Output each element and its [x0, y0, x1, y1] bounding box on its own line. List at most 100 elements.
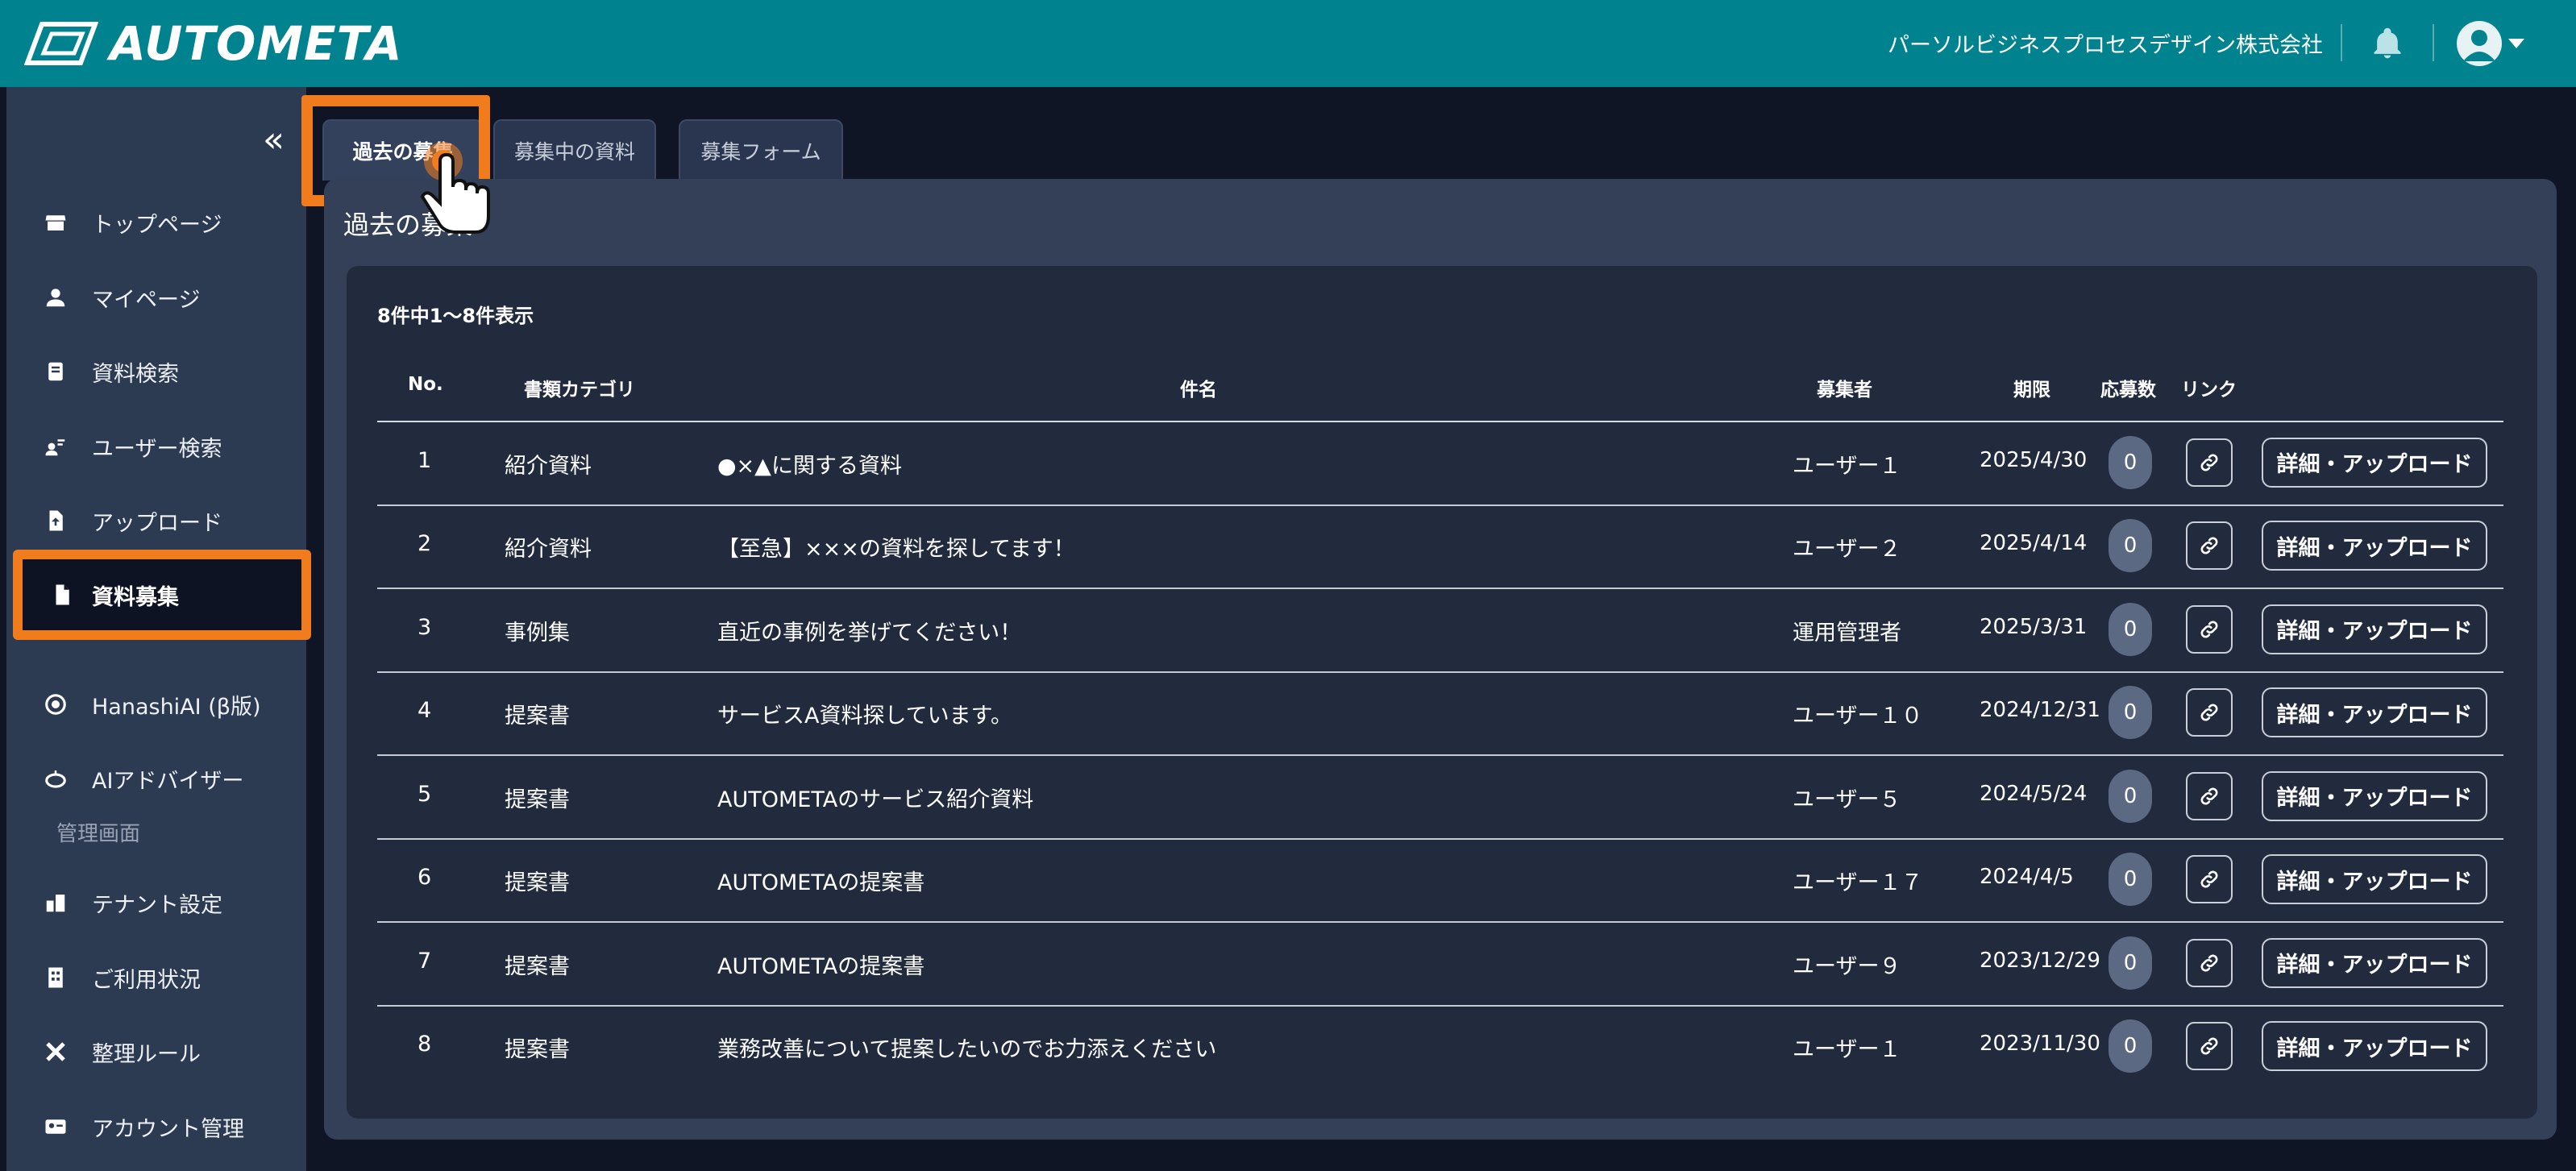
column-header-responses: 応募数	[2100, 380, 2156, 401]
cell-requester: ユーザー５	[1793, 787, 1901, 812]
cell-requester: ユーザー１	[1793, 1037, 1901, 1063]
cell-category: 提案書	[505, 704, 570, 729]
link-icon[interactable]	[2186, 938, 2233, 987]
cell-subject: ●×▲に関する資料	[717, 453, 902, 479]
column-header-link: リンク	[2181, 380, 2237, 401]
header-divider	[2341, 24, 2342, 61]
cell-category: 提案書	[505, 787, 570, 812]
person-icon	[46, 289, 65, 307]
sidebar-item-label: 資料募集	[92, 584, 179, 610]
column-header-requester: 募集者	[1817, 380, 1872, 401]
sidebar-item-label: ユーザー検索	[92, 436, 222, 462]
cell-deadline: 2024/12/31	[1980, 698, 2100, 723]
file-icon	[56, 584, 69, 605]
sidebar-item-hanashiai[interactable]: HanashiAI (β版)	[6, 672, 306, 737]
sidebar-item-label: 資料検索	[92, 361, 179, 387]
cell-subject: 【至急】×××の資料を探してます！	[717, 537, 1075, 563]
click-cursor-icon	[420, 142, 490, 234]
store-icon	[45, 215, 66, 230]
details-upload-button[interactable]: 詳細・アップロード	[2262, 521, 2487, 571]
header-divider	[2433, 24, 2434, 61]
response-count-badge: 0	[2109, 936, 2152, 990]
cell-category: 紹介資料	[505, 453, 592, 479]
robot-icon	[45, 770, 66, 788]
details-upload-button[interactable]: 詳細・アップロード	[2262, 854, 2487, 905]
link-icon[interactable]	[2186, 855, 2233, 904]
sidebar-item-upload[interactable]: アップロード	[6, 488, 306, 553]
cell-requester: ユーザー２	[1793, 537, 1901, 563]
response-count-badge: 0	[2109, 1019, 2152, 1073]
sidebar-item-top-page[interactable]: トップページ	[6, 190, 306, 255]
sidebar-item-label: マイページ	[92, 287, 201, 313]
sidebar-item-document-search[interactable]: 資料検索	[6, 339, 306, 404]
cell-subject: AUTOMETAのサービス紹介資料	[717, 787, 1034, 812]
response-count-badge: 0	[2109, 435, 2152, 489]
company-name: パーソルビジネスプロセスデザイン株式会社	[1888, 33, 2323, 58]
link-icon[interactable]	[2186, 521, 2233, 571]
details-upload-button[interactable]: 詳細・アップロード	[2262, 437, 2487, 488]
sidebar-item-label: トップページ	[92, 212, 222, 238]
cell-requester: ユーザー１７	[1793, 870, 1923, 896]
response-count-badge: 0	[2109, 686, 2152, 740]
response-count-badge: 0	[2109, 853, 2152, 907]
sidebar-item-my-page[interactable]: マイページ	[6, 265, 306, 330]
response-count-badge: 0	[2109, 519, 2152, 573]
cell-no: 7	[418, 948, 432, 974]
sidebar-item-account[interactable]: アカウント管理	[6, 1094, 306, 1159]
details-upload-button[interactable]: 詳細・アップロード	[2262, 937, 2487, 988]
link-icon[interactable]	[2186, 438, 2233, 487]
logo-icon	[24, 22, 98, 65]
cell-no: 1	[418, 447, 432, 473]
column-header-category: 書類カテゴリ	[524, 380, 635, 401]
link-icon[interactable]	[2186, 771, 2233, 820]
cell-deadline: 2025/4/14	[1980, 531, 2088, 556]
sidebar-item-document-request[interactable]: 資料募集	[13, 550, 311, 640]
cell-deadline: 2024/5/24	[1980, 781, 2088, 806]
table-divider	[377, 421, 2503, 422]
cell-no: 4	[418, 698, 432, 724]
id-card-icon	[45, 1119, 66, 1134]
cell-no: 3	[418, 614, 432, 640]
cell-deadline: 2025/3/31	[1980, 614, 2088, 639]
cell-deadline: 2024/4/5	[1980, 865, 2074, 890]
details-upload-button[interactable]: 詳細・アップロード	[2262, 604, 2487, 654]
caret-down-icon[interactable]	[2508, 39, 2524, 48]
sidebar-item-label: ご利用状況	[92, 967, 201, 993]
collapse-sidebar-icon[interactable]: «	[263, 122, 285, 158]
table-divider	[377, 671, 2503, 673]
details-upload-button[interactable]: 詳細・アップロード	[2262, 770, 2487, 821]
table-divider	[377, 754, 2503, 756]
response-count-badge: 0	[2109, 769, 2152, 823]
cell-no: 8	[418, 1032, 432, 1057]
sidebar-item-rules[interactable]: 整理ルール	[6, 1019, 306, 1084]
sidebar-item-usage[interactable]: ご利用状況	[6, 945, 306, 1010]
link-icon[interactable]	[2186, 688, 2233, 737]
sidebar-item-ai-advisor[interactable]: AIアドバイザー	[6, 746, 306, 811]
cell-no: 6	[418, 865, 432, 891]
sidebar-item-label: アカウント管理	[92, 1116, 244, 1142]
cell-subject: AUTOMETAの提案書	[717, 953, 925, 979]
cell-category: 提案書	[505, 1037, 570, 1063]
tools-icon	[46, 1042, 65, 1061]
sidebar: « トップページ マイページ 資料検索 ユーザー検索 アップロード 資料募集 H…	[6, 87, 311, 1171]
cell-category: 提案書	[505, 870, 570, 896]
details-upload-button[interactable]: 詳細・アップロード	[2262, 687, 2487, 738]
link-icon[interactable]	[2186, 604, 2233, 654]
user-avatar-icon[interactable]	[2457, 21, 2502, 66]
logo[interactable]: AUTOMETA	[24, 16, 403, 71]
link-icon[interactable]	[2186, 1022, 2233, 1071]
details-upload-button[interactable]: 詳細・アップロード	[2262, 1021, 2487, 1072]
tab-open-requests[interactable]: 募集中の資料	[493, 119, 656, 181]
building-icon	[46, 895, 65, 912]
sidebar-item-user-search[interactable]: ユーザー検索	[6, 414, 306, 479]
column-header-subject: 件名	[1180, 380, 1217, 401]
cell-category: 紹介資料	[505, 537, 592, 563]
cell-category: 事例集	[505, 620, 570, 646]
sidebar-item-tenant-settings[interactable]: テナント設定	[6, 870, 306, 935]
bell-icon[interactable]	[2370, 26, 2405, 61]
logo-text: AUTOMETA	[110, 16, 403, 71]
tab-request-form[interactable]: 募集フォーム	[679, 119, 843, 181]
cell-requester: ユーザー１０	[1793, 704, 1923, 729]
table-divider	[377, 504, 2503, 506]
sidebar-item-label: テナント設定	[92, 892, 222, 918]
